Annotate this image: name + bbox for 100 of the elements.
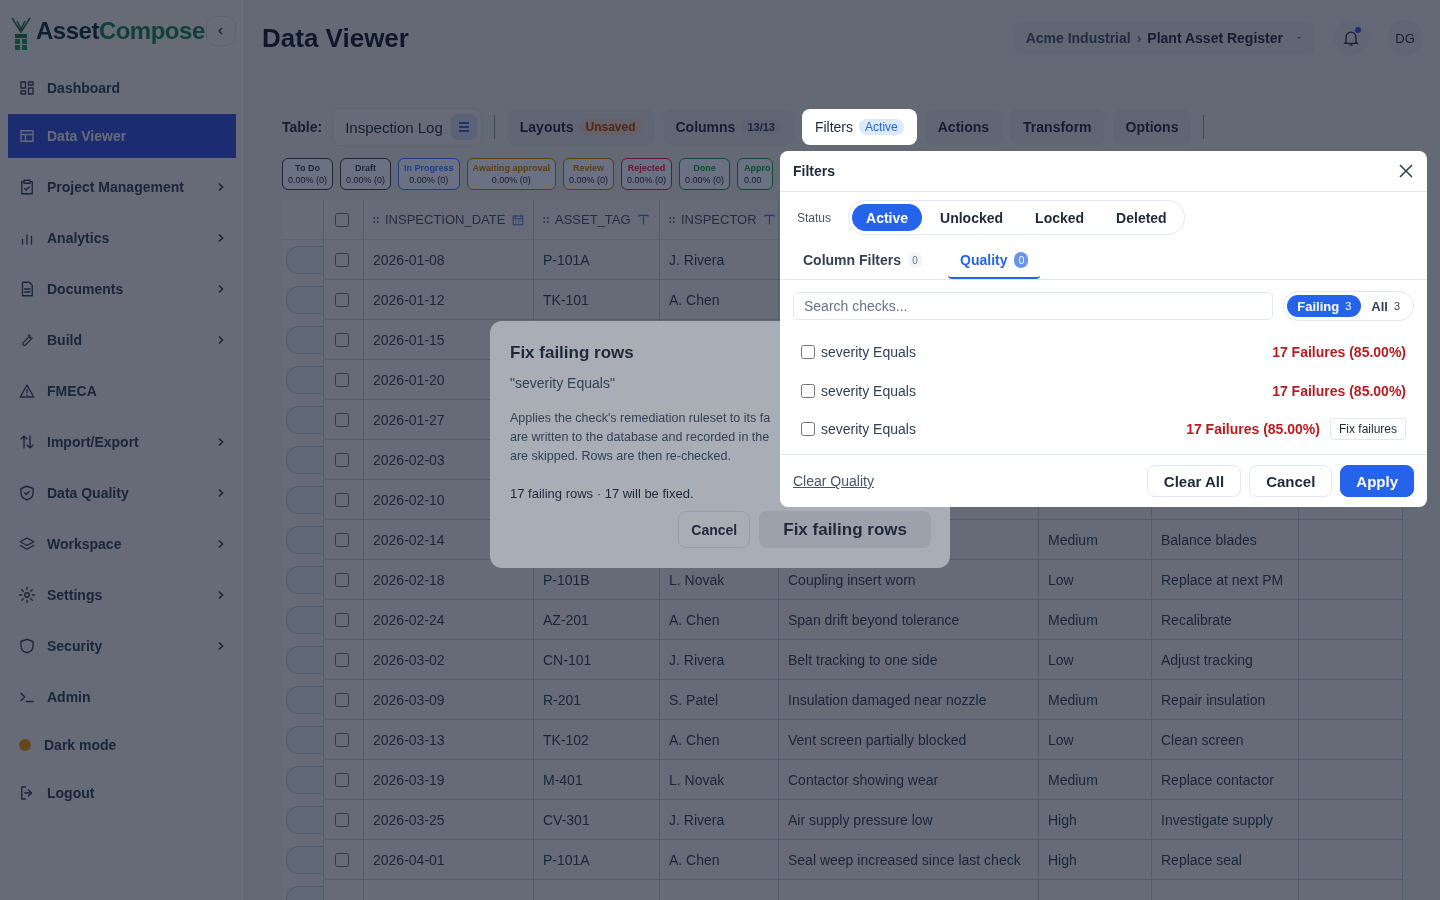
filter-tab[interactable]: Column Filters 0	[791, 243, 934, 279]
menu-button[interactable]	[450, 114, 477, 140]
toolbar-tab[interactable]: Actions	[924, 109, 1003, 145]
select-all-checkbox[interactable]	[335, 212, 349, 227]
apply-button[interactable]: Apply	[1340, 465, 1414, 497]
shield-check-icon	[18, 484, 36, 502]
row-checkbox[interactable]	[335, 652, 349, 667]
table-cell: High	[1039, 800, 1152, 840]
sidebar-item[interactable]: Build	[8, 318, 236, 362]
sidebar-item[interactable]: FMECA	[8, 369, 236, 413]
footer-button[interactable]: Cancel	[1249, 465, 1333, 497]
table-cell: A. Chen	[660, 720, 779, 760]
fix-rows-button[interactable]: Fix failing rows	[759, 511, 931, 548]
dark-mode-toggle[interactable]: Dark mode	[8, 723, 236, 767]
table-cell: Insulation damaged near nozzle	[779, 680, 1039, 720]
sidebar-item[interactable]: Admin	[8, 675, 236, 719]
column-header[interactable]: INSPECTOR	[660, 200, 779, 240]
chevron-icon	[216, 182, 226, 192]
clear-quality-link[interactable]: Clear Quality	[793, 473, 874, 489]
text-type-icon	[762, 213, 776, 226]
sidebar-item[interactable]: Settings	[8, 573, 236, 617]
status-option[interactable]: Active	[852, 204, 923, 231]
row-checkbox[interactable]	[335, 292, 349, 307]
check-checkbox[interactable]	[801, 422, 815, 437]
table-cell: L. Novak	[660, 760, 779, 800]
chevron-icon	[216, 437, 226, 447]
row-checkbox[interactable]	[335, 452, 349, 467]
row-checkbox[interactable]	[335, 612, 349, 627]
sidebar-item[interactable]: Data Quality	[8, 471, 236, 515]
check-name: severity Equals	[821, 344, 916, 361]
table-selector[interactable]: Inspection Log	[332, 108, 482, 146]
scope-toggle[interactable]: Failing 3	[1287, 295, 1362, 317]
table-cell: Investigate supply	[1152, 800, 1299, 840]
notifications-button[interactable]	[1333, 20, 1369, 56]
row-checkbox[interactable]	[335, 332, 349, 347]
status-chip[interactable]: In Progress 0.00% (0)	[398, 158, 460, 190]
table-cell: 2026-03-13	[364, 720, 534, 760]
row-checkbox[interactable]	[335, 532, 349, 547]
status-option[interactable]: Unlocked	[926, 204, 1018, 231]
sidebar-item[interactable]: Documents	[8, 267, 236, 311]
row-checkbox[interactable]	[335, 372, 349, 387]
table-cell: J. Rivera	[660, 240, 779, 280]
sidebar-item[interactable]: Project Management	[8, 165, 236, 209]
column-header[interactable]: INSPECTION_DATE	[364, 200, 534, 240]
row-checkbox[interactable]	[335, 732, 349, 747]
table-cell: TK-102	[534, 720, 660, 760]
row-checkbox[interactable]	[335, 812, 349, 827]
search-field[interactable]: Search checks...	[793, 292, 1274, 320]
sidebar-item[interactable]: Dashboard	[8, 66, 236, 110]
table-cell: 2026-03-19	[364, 760, 534, 800]
drag-handle-icon	[373, 215, 379, 224]
status-chip[interactable]: Done 0.00% (0)	[679, 158, 731, 190]
status-chip[interactable]: Rejected 0.00% (0)	[621, 158, 672, 190]
status-option[interactable]: Deleted	[1102, 204, 1181, 231]
row-checkbox[interactable]	[335, 412, 349, 427]
table-cell: Belt tracking to one side	[779, 640, 1039, 680]
failure-count: 17 Failures (85.00%)	[1186, 421, 1320, 438]
check-checkbox[interactable]	[801, 383, 815, 398]
check-checkbox[interactable]	[801, 345, 815, 360]
footer-button[interactable]: Clear All	[1146, 465, 1242, 497]
row-checkbox[interactable]	[335, 572, 349, 587]
table-cell: M-401	[534, 760, 660, 800]
logout-link[interactable]: Logout	[8, 771, 236, 815]
status-chip[interactable]: Awaiting approval 0.00% (0)	[466, 158, 556, 190]
table-cell: J. Rivera	[660, 640, 779, 680]
chevron-icon	[216, 233, 226, 243]
table-cell: J. Rivera	[660, 800, 779, 840]
status-chip[interactable]: Review 0.00% (0)	[562, 158, 614, 190]
sidebar-item[interactable]: Workspace	[8, 522, 236, 566]
user-avatar[interactable]: DG	[1387, 20, 1423, 56]
breadcrumb-selector[interactable]: Acme Industrial › Plant Asset Register	[1013, 21, 1315, 55]
row-checkbox[interactable]	[335, 492, 349, 507]
status-chip[interactable]: Draft 0.00% (0)	[340, 158, 392, 190]
cancel-button[interactable]: Cancel	[678, 511, 751, 548]
count-badge: 0	[908, 252, 922, 268]
status-chip[interactable]: To Do 0.00% (0)	[282, 158, 334, 190]
toolbar-tab[interactable]: Filters Active	[801, 109, 917, 145]
row-checkbox[interactable]	[335, 252, 349, 267]
toolbar-tab[interactable]: Options	[1112, 109, 1192, 145]
filter-tab[interactable]: Quality 0	[948, 243, 1041, 279]
sidebar-item[interactable]: Import/Export	[8, 420, 236, 464]
row-checkbox[interactable]	[335, 852, 349, 867]
sidebar-item[interactable]: Analytics	[8, 216, 236, 260]
sidebar-item[interactable]: Data Viewer	[8, 114, 236, 158]
sidebar-item[interactable]: Security	[8, 624, 236, 668]
status-chip[interactable]: Appro 0.00	[737, 158, 773, 190]
table-cell: 2026-04-01	[364, 840, 534, 880]
fix-failures-button[interactable]: Fix failures	[1330, 418, 1406, 441]
status-option[interactable]: Locked	[1021, 204, 1099, 231]
collapse-button[interactable]	[206, 16, 236, 46]
column-header[interactable]: ASSET_TAG	[534, 200, 660, 240]
close-button[interactable]	[1398, 163, 1414, 179]
drag-handle-icon	[669, 215, 675, 224]
row-checkbox[interactable]	[335, 692, 349, 707]
scope-toggle[interactable]: All 3	[1361, 295, 1410, 317]
check-name: severity Equals	[821, 382, 916, 399]
toolbar-tab[interactable]: Transform	[1010, 109, 1105, 145]
table-cell: A. Chen	[660, 600, 779, 640]
row-checkbox[interactable]	[335, 772, 349, 787]
settings-icon	[18, 586, 36, 604]
